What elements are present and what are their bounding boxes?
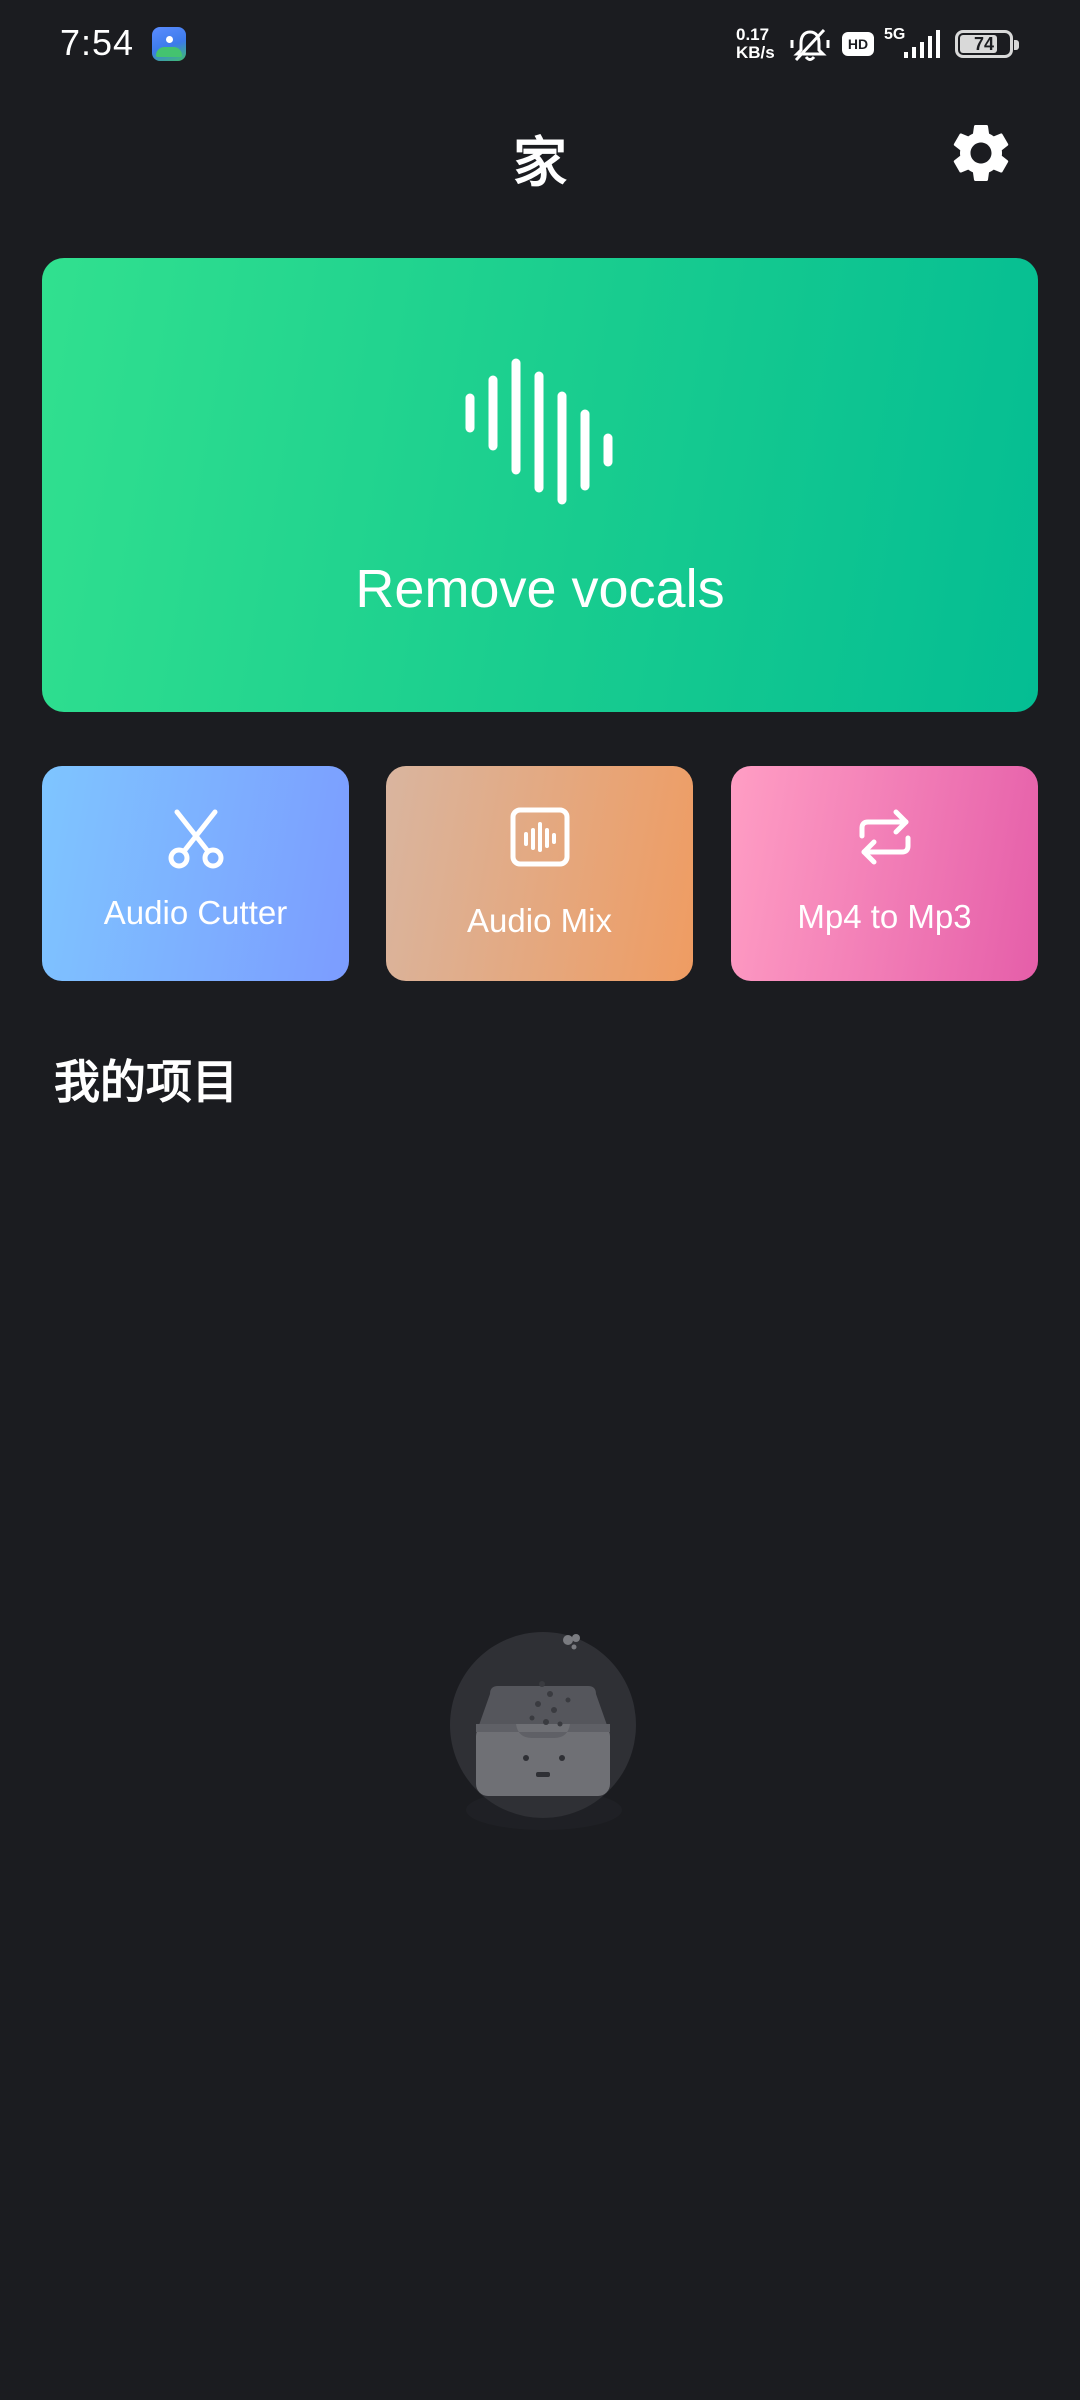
settings-gear-icon[interactable] [946,118,1016,188]
status-time: 7:54 [60,22,135,63]
empty-inbox-icon [450,1632,636,1818]
network-speed-value: 0.17 [736,25,770,44]
gallery-app-notification-icon [152,27,186,61]
network-speed-unit: KB/s [736,43,775,62]
audio-mix-label: Audio Mix [467,902,612,939]
hd-badge: HD [842,32,874,56]
my-projects-title: 我的项目 [54,1056,238,1108]
audio-mix-button[interactable]: Audio Mix [386,766,693,981]
signal-strength-icon [904,30,940,58]
silent-bell-icon [790,28,830,62]
battery-icon: 74 [955,30,1019,58]
mp4-to-mp3-label: Mp4 to Mp3 [797,898,972,935]
remove-vocals-card[interactable]: Remove vocals [42,258,1038,712]
convert-arrows-icon [859,809,910,865]
network-speed: 0.17 KB/s [736,26,775,62]
audio-cutter-button[interactable]: Audio Cutter [42,766,349,981]
mp4-to-mp3-button[interactable]: Mp4 to Mp3 [731,766,1038,981]
battery-level: 74 [973,34,995,54]
audio-cutter-label: Audio Cutter [103,894,288,931]
page-title: 家 [513,133,567,193]
scissors-icon [168,809,223,869]
audio-wave-box-icon [510,807,569,867]
sound-wave-icon [465,358,613,505]
status-bar: 7:54 0.17 KB/s HD 5G 74 [0,0,1080,92]
remove-vocals-label: Remove vocals [355,559,725,619]
